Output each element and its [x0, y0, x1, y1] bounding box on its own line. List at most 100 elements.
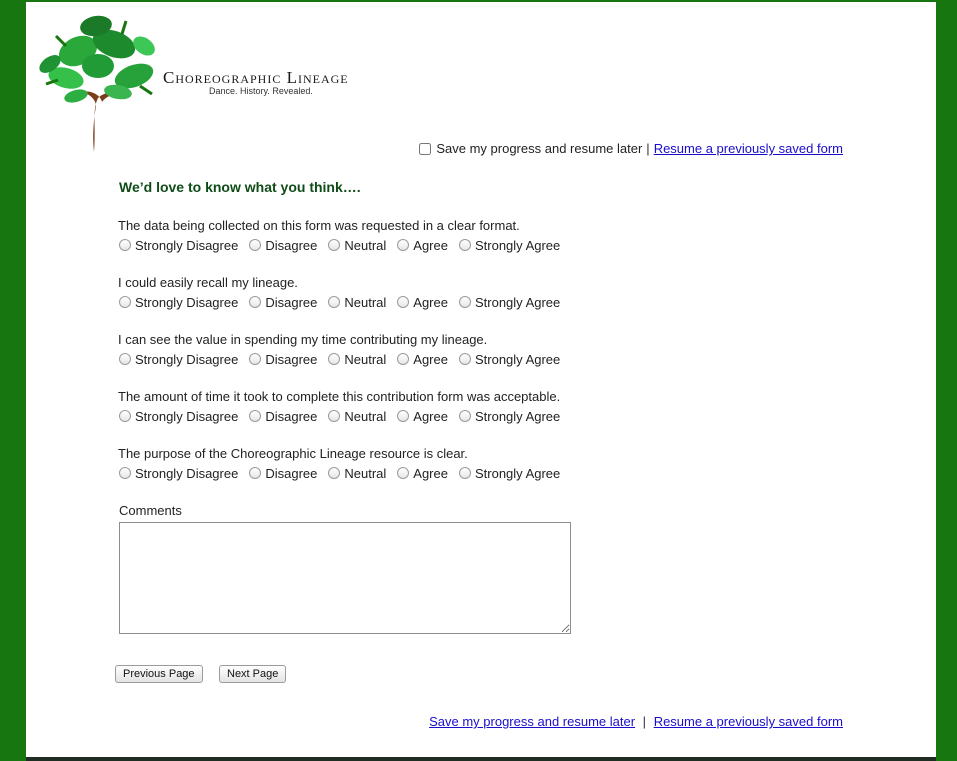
likert-option[interactable]: Agree: [396, 238, 448, 253]
likert-options: Strongly Disagree Disagree Neutral Agree Str…: [118, 292, 570, 312]
footer-strip: [26, 757, 936, 761]
likert-option[interactable]: Strongly Disagree: [118, 238, 238, 253]
tree-logo-icon: [39, 15, 155, 152]
radio-button[interactable]: [119, 239, 131, 251]
likert-option-label: Strongly Agree: [474, 237, 561, 253]
resume-saved-form-link[interactable]: Resume a previously saved form: [654, 141, 843, 156]
likert-options: Strongly Disagree Disagree Neutral Agree Str…: [118, 349, 570, 369]
radio-button[interactable]: [458, 353, 471, 365]
comments-textarea[interactable]: [119, 522, 571, 634]
likert-option-label: Strongly Agree: [474, 294, 561, 310]
likert-option[interactable]: Strongly Agree: [458, 352, 560, 367]
radio-button[interactable]: [119, 296, 131, 308]
radio-button[interactable]: [249, 410, 262, 422]
brand-title: Choreographic Lineage: [163, 68, 349, 87]
likert-option[interactable]: Disagree: [248, 295, 317, 310]
radio-button[interactable]: [119, 410, 131, 422]
radio-button[interactable]: [458, 296, 471, 308]
likert-option-label: Neutral: [344, 351, 387, 367]
likert-option[interactable]: Strongly Agree: [458, 295, 560, 310]
likert-option[interactable]: Agree: [396, 295, 448, 310]
radio-button[interactable]: [328, 410, 341, 422]
save-resume-bottom: Save my progress and resume later | Resu…: [429, 714, 843, 729]
save-progress-checkbox[interactable]: [419, 142, 432, 155]
separator: |: [646, 141, 650, 156]
likert-option[interactable]: Disagree: [248, 409, 317, 424]
radio-button[interactable]: [249, 467, 262, 479]
likert-option[interactable]: Disagree: [248, 238, 317, 253]
radio-button[interactable]: [458, 410, 471, 422]
radio-button[interactable]: [397, 239, 410, 251]
likert-option[interactable]: Disagree: [248, 352, 317, 367]
radio-button[interactable]: [397, 353, 410, 365]
likert-option[interactable]: Agree: [396, 352, 448, 367]
radio-button[interactable]: [328, 467, 341, 479]
likert-option[interactable]: Neutral: [327, 409, 386, 424]
likert-option[interactable]: Agree: [396, 466, 448, 481]
survey-question: I could easily recall my lineage. Strongl…: [118, 273, 570, 312]
radio-button[interactable]: [249, 353, 262, 365]
radio-button[interactable]: [119, 353, 131, 365]
likert-option[interactable]: Strongly Agree: [458, 238, 560, 253]
radio-button[interactable]: [249, 239, 262, 251]
radio-button[interactable]: [458, 467, 471, 479]
radio-button[interactable]: [249, 296, 262, 308]
likert-option-label: Strongly Agree: [474, 465, 561, 481]
likert-option-label: Neutral: [344, 408, 387, 424]
radio-button[interactable]: [328, 353, 341, 365]
likert-option-label: Disagree: [265, 465, 318, 481]
likert-option-label: Strongly Disagree: [135, 351, 239, 367]
radio-button[interactable]: [397, 467, 410, 479]
question-text: I could easily recall my lineage.: [118, 275, 298, 290]
resume-saved-form-link[interactable]: Resume a previously saved form: [654, 714, 843, 729]
brand-tagline: Dance. History. Revealed.: [209, 86, 313, 96]
likert-option[interactable]: Neutral: [327, 466, 386, 481]
survey-question: The amount of time it took to complete t…: [118, 387, 570, 426]
likert-option-label: Neutral: [344, 294, 387, 310]
radio-button[interactable]: [458, 239, 471, 251]
save-resume-top: Save my progress and resume later | Resu…: [419, 141, 843, 156]
likert-option[interactable]: Strongly Disagree: [118, 409, 238, 424]
likert-options: Strongly Disagree Disagree Neutral Agree Str…: [118, 406, 570, 426]
likert-option-label: Strongly Disagree: [135, 237, 239, 253]
likert-option[interactable]: Neutral: [327, 295, 386, 310]
save-progress-link[interactable]: Save my progress and resume later: [429, 714, 635, 729]
radio-button[interactable]: [328, 239, 341, 251]
likert-option[interactable]: Agree: [396, 409, 448, 424]
likert-option[interactable]: Strongly Agree: [458, 466, 560, 481]
likert-option-label: Agree: [413, 294, 448, 310]
brand-logo[interactable]: Choreographic Lineage Dance. History. Re…: [26, 6, 386, 156]
likert-option-label: Agree: [413, 237, 448, 253]
likert-option-label: Strongly Disagree: [135, 465, 239, 481]
radio-button[interactable]: [397, 296, 410, 308]
likert-option-label: Agree: [413, 408, 448, 424]
likert-option-label: Strongly Agree: [474, 408, 561, 424]
survey-question: The data being collected on this form wa…: [118, 216, 570, 255]
likert-options: Strongly Disagree Disagree Neutral Agree Str…: [118, 235, 570, 255]
likert-option-label: Agree: [413, 351, 448, 367]
likert-option-label: Strongly Agree: [474, 351, 561, 367]
question-text: The amount of time it took to complete t…: [118, 389, 561, 404]
likert-option[interactable]: Strongly Disagree: [118, 466, 238, 481]
likert-option-label: Disagree: [265, 351, 318, 367]
likert-option[interactable]: Strongly Disagree: [118, 295, 238, 310]
likert-option[interactable]: Disagree: [248, 466, 317, 481]
likert-option-label: Disagree: [265, 294, 318, 310]
likert-option-label: Neutral: [344, 237, 387, 253]
likert-option[interactable]: Neutral: [327, 352, 386, 367]
previous-page-button[interactable]: Previous Page: [115, 665, 203, 683]
likert-option[interactable]: Neutral: [327, 238, 386, 253]
likert-options: Strongly Disagree Disagree Neutral Agree Str…: [118, 463, 570, 483]
radio-button[interactable]: [119, 467, 131, 479]
survey-question: I can see the value in spending my time …: [118, 330, 570, 369]
radio-button[interactable]: [397, 410, 410, 422]
likert-option[interactable]: Strongly Agree: [458, 409, 560, 424]
comments-label: Comments: [119, 503, 182, 518]
radio-button[interactable]: [328, 296, 341, 308]
next-page-button[interactable]: Next Page: [219, 665, 287, 683]
likert-option-label: Strongly Disagree: [135, 294, 239, 310]
page-panel: Choreographic Lineage Dance. History. Re…: [26, 2, 936, 757]
survey-question: The purpose of the Choreographic Lineage…: [118, 444, 570, 483]
likert-option[interactable]: Strongly Disagree: [118, 352, 238, 367]
form-heading: We’d love to know what you think….: [119, 179, 361, 195]
